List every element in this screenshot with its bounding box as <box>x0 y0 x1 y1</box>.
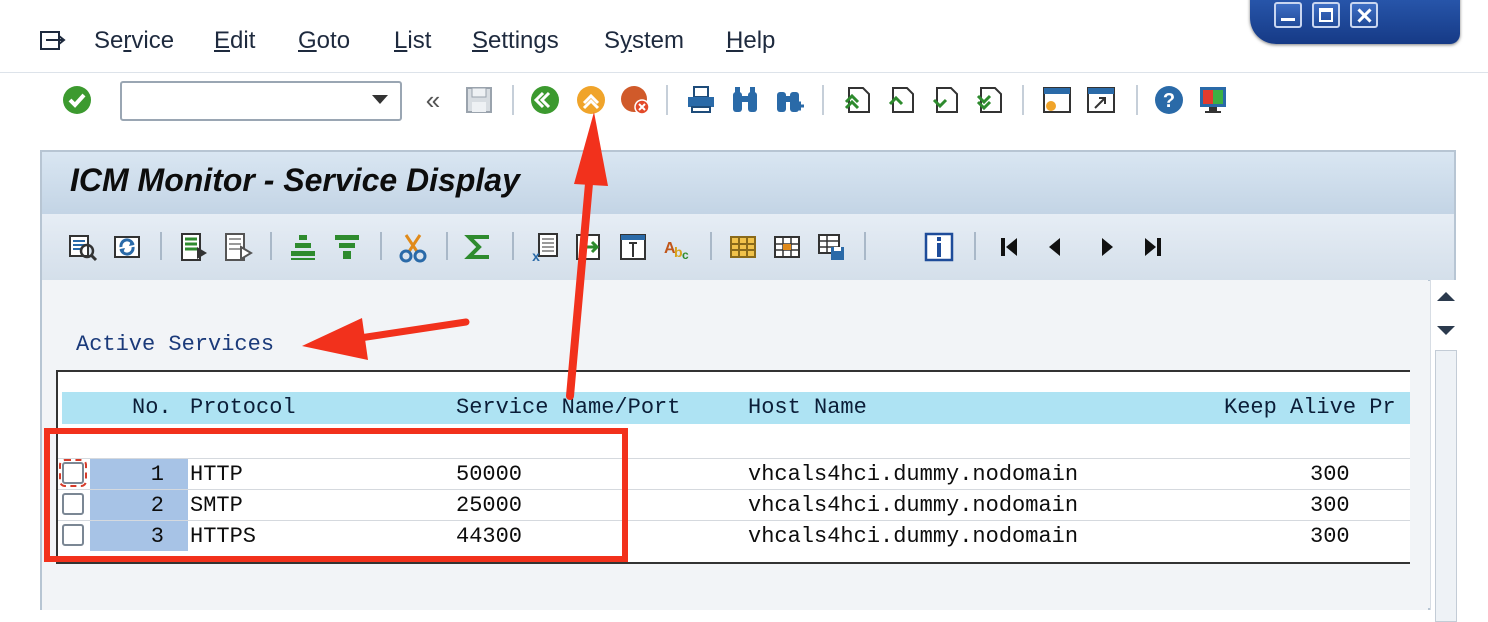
column-header-no[interactable]: No. <box>132 395 172 420</box>
shortcut-icon[interactable] <box>1084 83 1118 117</box>
toolbar-separator <box>270 232 272 260</box>
back-icon[interactable] <box>528 83 562 117</box>
refresh-icon[interactable] <box>110 230 144 264</box>
toolbar-separator <box>1022 85 1024 115</box>
filter-icon[interactable] <box>330 230 364 264</box>
export-icon[interactable] <box>572 230 606 264</box>
print-preview-icon[interactable] <box>616 230 650 264</box>
first-row-icon[interactable] <box>992 230 1026 264</box>
enter-icon[interactable] <box>60 83 94 117</box>
maximize-button[interactable] <box>1312 2 1340 28</box>
menu-bar: Service Edit Goto List Settings System H… <box>0 0 1240 72</box>
scroll-up-icon[interactable] <box>1437 292 1455 301</box>
column-header-host[interactable]: Host Name <box>748 395 867 420</box>
menu-settings[interactable]: Settings <box>472 27 559 55</box>
previous-row-icon[interactable] <box>1038 230 1072 264</box>
first-page-icon[interactable] <box>840 83 874 117</box>
column-header-keep-alive[interactable]: Keep Alive Pr <box>1224 395 1396 420</box>
toolbar-separator <box>160 232 162 260</box>
close-window-button[interactable] <box>1350 2 1378 28</box>
find-next-icon[interactable] <box>772 83 806 117</box>
toolbar-separator <box>666 85 668 115</box>
sum-icon[interactable] <box>462 230 496 264</box>
menu-icon[interactable] <box>40 30 66 52</box>
table-header: No. Protocol Service Name/Port Host Name… <box>62 392 1410 424</box>
keep-alive-cell: 300 <box>1310 462 1350 487</box>
menu-help[interactable]: Help <box>726 27 775 55</box>
customize-layout-icon[interactable] <box>1196 83 1230 117</box>
toolbar-separator <box>710 232 712 260</box>
scroll-down-icon[interactable] <box>1437 326 1455 335</box>
toolbar-separator <box>1136 85 1138 115</box>
next-row-icon[interactable] <box>1090 230 1124 264</box>
print-icon[interactable] <box>684 83 718 117</box>
host-cell: vhcals4hci.dummy.nodomain <box>748 524 1079 549</box>
scroll-thumb[interactable] <box>1435 350 1457 622</box>
window-controls <box>1250 0 1460 44</box>
find-icon[interactable] <box>728 83 762 117</box>
select-all-icon[interactable] <box>176 230 210 264</box>
column-header-port[interactable]: Service Name/Port <box>456 395 680 420</box>
help-icon[interactable]: ? <box>1152 83 1186 117</box>
menu-list[interactable]: List <box>394 27 431 55</box>
export-excel-icon[interactable]: x <box>528 230 562 264</box>
toolbar-separator <box>864 232 866 260</box>
toolbar-separator <box>974 232 976 260</box>
minimize-button[interactable] <box>1274 2 1302 28</box>
sort-ascending-icon[interactable] <box>286 230 320 264</box>
section-title: Active Services <box>76 332 275 357</box>
menu-system[interactable]: System <box>604 27 684 55</box>
vertical-scrollbar[interactable] <box>1430 280 1459 622</box>
deselect-all-icon[interactable] <box>220 230 254 264</box>
keep-alive-cell: 300 <box>1310 524 1350 549</box>
toolbar-separator <box>512 85 514 115</box>
column-header-protocol[interactable]: Protocol <box>190 395 296 420</box>
host-cell: vhcals4hci.dummy.nodomain <box>748 493 1079 518</box>
next-page-icon[interactable] <box>928 83 962 117</box>
system-toolbar: « ? <box>0 73 1488 133</box>
save-icon[interactable] <box>462 83 496 117</box>
command-field[interactable] <box>120 81 402 121</box>
last-row-icon[interactable] <box>1136 230 1170 264</box>
cut-icon[interactable] <box>396 230 430 264</box>
save-layout-icon[interactable] <box>814 230 848 264</box>
menu-goto[interactable]: Goto <box>298 27 350 55</box>
abc-analysis-icon[interactable]: Abc <box>660 230 694 264</box>
application-toolbar: x Abc <box>42 214 1454 281</box>
chevron-down-icon[interactable] <box>372 95 388 104</box>
info-icon[interactable] <box>922 230 956 264</box>
prev-page-icon[interactable] <box>884 83 918 117</box>
menu-service[interactable]: Service <box>94 27 174 55</box>
new-session-icon[interactable] <box>1040 83 1074 117</box>
last-page-icon[interactable] <box>972 83 1006 117</box>
toolbar-separator <box>822 85 824 115</box>
highlight-box <box>44 428 628 562</box>
page-title: ICM Monitor - Service Display <box>70 162 520 198</box>
host-cell: vhcals4hci.dummy.nodomain <box>748 462 1079 487</box>
title-bar: ICM Monitor - Service Display <box>42 152 1454 214</box>
choose-layout-icon[interactable] <box>726 230 760 264</box>
toolbar-separator <box>512 232 514 260</box>
svg-text:x: x <box>532 248 540 263</box>
toolbar-separator <box>446 232 448 260</box>
menu-edit[interactable]: Edit <box>214 27 255 55</box>
exit-icon[interactable] <box>574 83 608 117</box>
keep-alive-cell: 300 <box>1310 493 1350 518</box>
toolbar-separator <box>380 232 382 260</box>
svg-text:?: ? <box>1163 90 1175 112</box>
change-layout-icon[interactable] <box>770 230 804 264</box>
svg-text:c: c <box>682 248 689 262</box>
details-icon[interactable] <box>66 230 100 264</box>
back-chevrons-icon[interactable]: « <box>416 83 450 117</box>
cancel-icon[interactable] <box>618 83 652 117</box>
